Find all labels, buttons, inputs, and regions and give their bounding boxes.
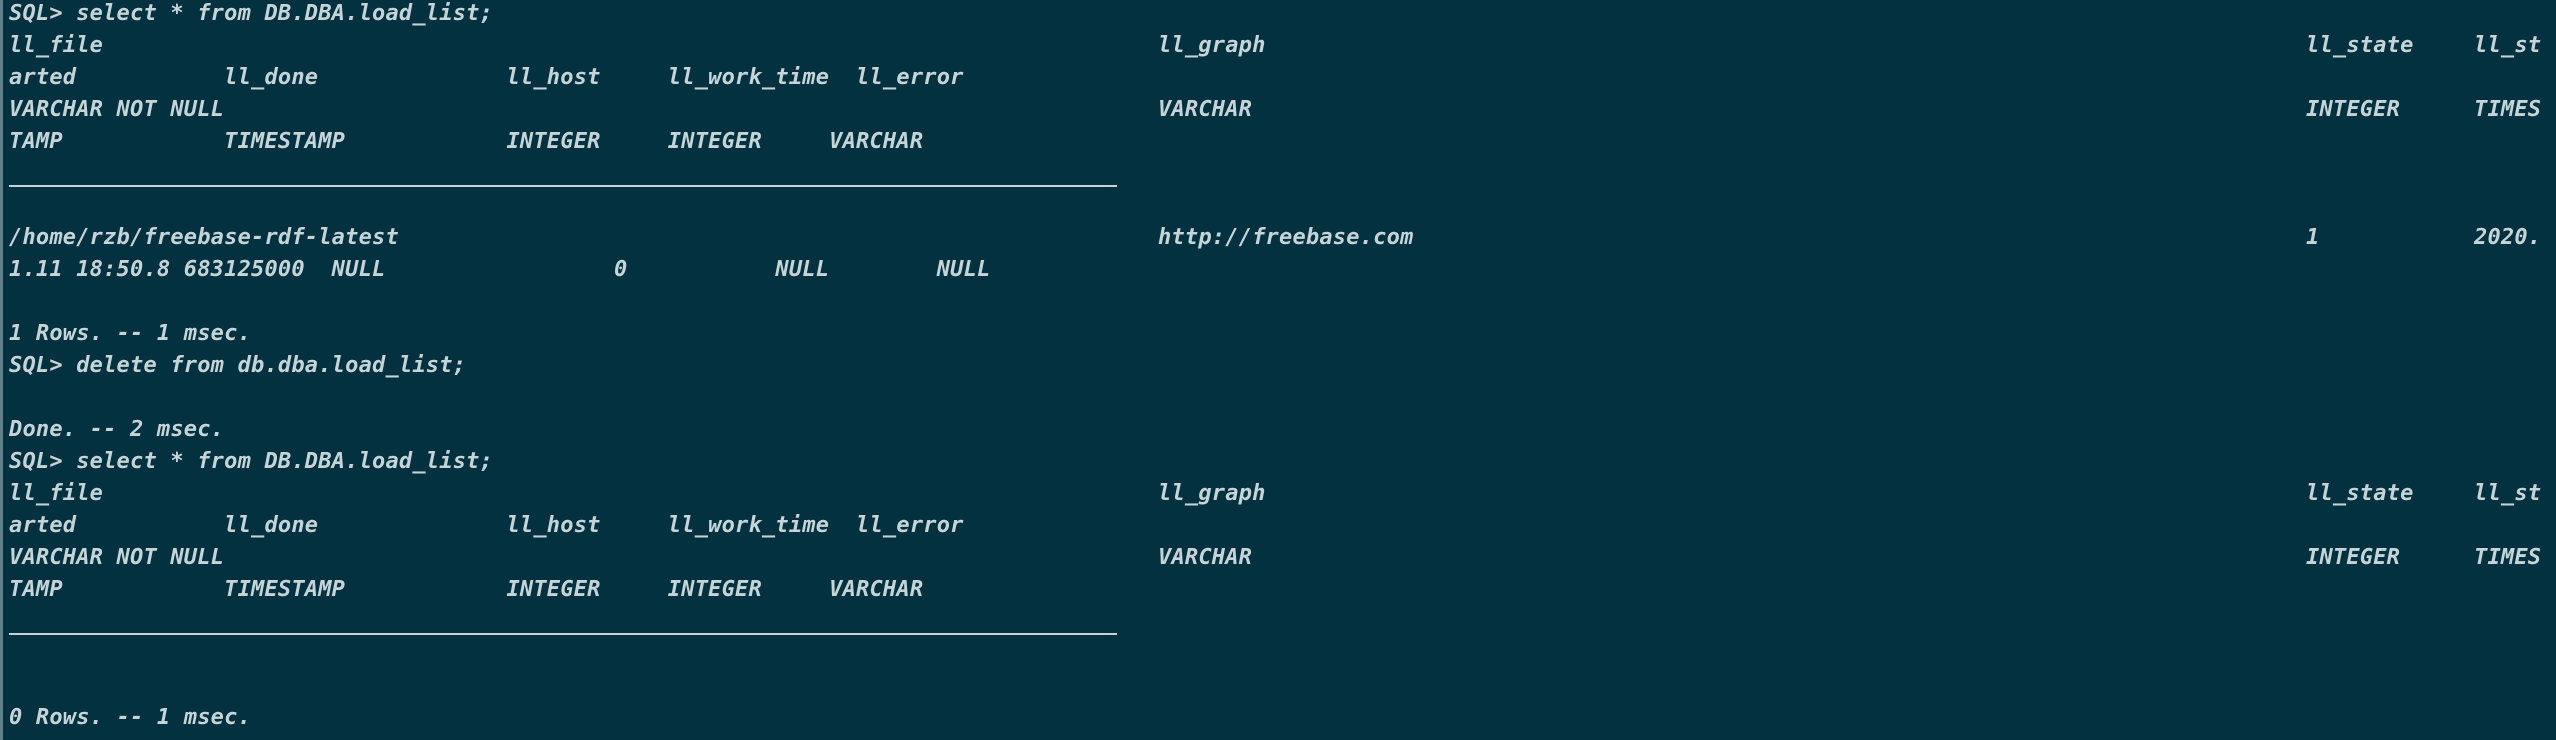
rows-count-1: 1 Rows. -- 1 msec. [9,321,252,346]
header-ll-state-2: ll_state [2306,481,2414,506]
type-ll-started-part: TIMES [2474,97,2542,122]
sql-command-select: SQL> select * from DB.DBA.load_list; [9,1,494,26]
terminal-left-edge [0,0,3,740]
sql-command-select-2: SQL> select * from DB.DBA.load_list; [9,449,494,474]
header-row-2: arted ll_done ll_host ll_work_time ll_er… [9,65,964,90]
header-ll-state: ll_state [2306,33,2414,58]
type-ll-state: INTEGER [2306,97,2401,122]
row-ll-started-part: 2020. [2474,225,2542,250]
type-ll-file: VARCHAR NOT NULL [9,97,225,122]
type-row-2-second: TAMP TIMESTAMP INTEGER INTEGER VARCHAR [9,577,924,602]
row-ll-graph: http://freebase.com [1158,225,1414,250]
row-ll-state: 1 [2306,225,2320,250]
rows-count-2: 0 Rows. -- 1 msec. [9,705,252,730]
header-ll-file-2: ll_file [9,481,104,506]
sql-command-delete: SQL> delete from db.dba.load_list; [9,353,467,378]
header-ll-started-part-2: ll_st [2474,481,2542,506]
done-message: Done. -- 2 msec. [9,417,225,442]
header-ll-graph-2: ll_graph [1158,481,1266,506]
header-ll-started-part: ll_st [2474,33,2542,58]
terminal-window[interactable]: SQL> select * from DB.DBA.load_list; ll_… [0,0,2556,740]
header-row-2-second: arted ll_done ll_host ll_work_time ll_er… [9,513,964,538]
row-ll-file: /home/rzb/freebase-rdf-latest [9,225,399,250]
header-ll-graph: ll_graph [1158,33,1266,58]
header-divider [9,185,1117,187]
type-ll-graph-2: VARCHAR [1158,545,1253,570]
type-ll-graph: VARCHAR [1158,97,1253,122]
type-ll-started-part-2: TIMES [2474,545,2542,570]
type-ll-state-2: INTEGER [2306,545,2401,570]
type-ll-file-2: VARCHAR NOT NULL [9,545,225,570]
header-ll-file: ll_file [9,33,104,58]
type-row-2: TAMP TIMESTAMP INTEGER INTEGER VARCHAR [9,129,924,154]
row-line-2: 1.11 18:50.8 683125000 NULL 0 NULL NULL [9,257,991,282]
header-divider-2 [9,633,1117,635]
